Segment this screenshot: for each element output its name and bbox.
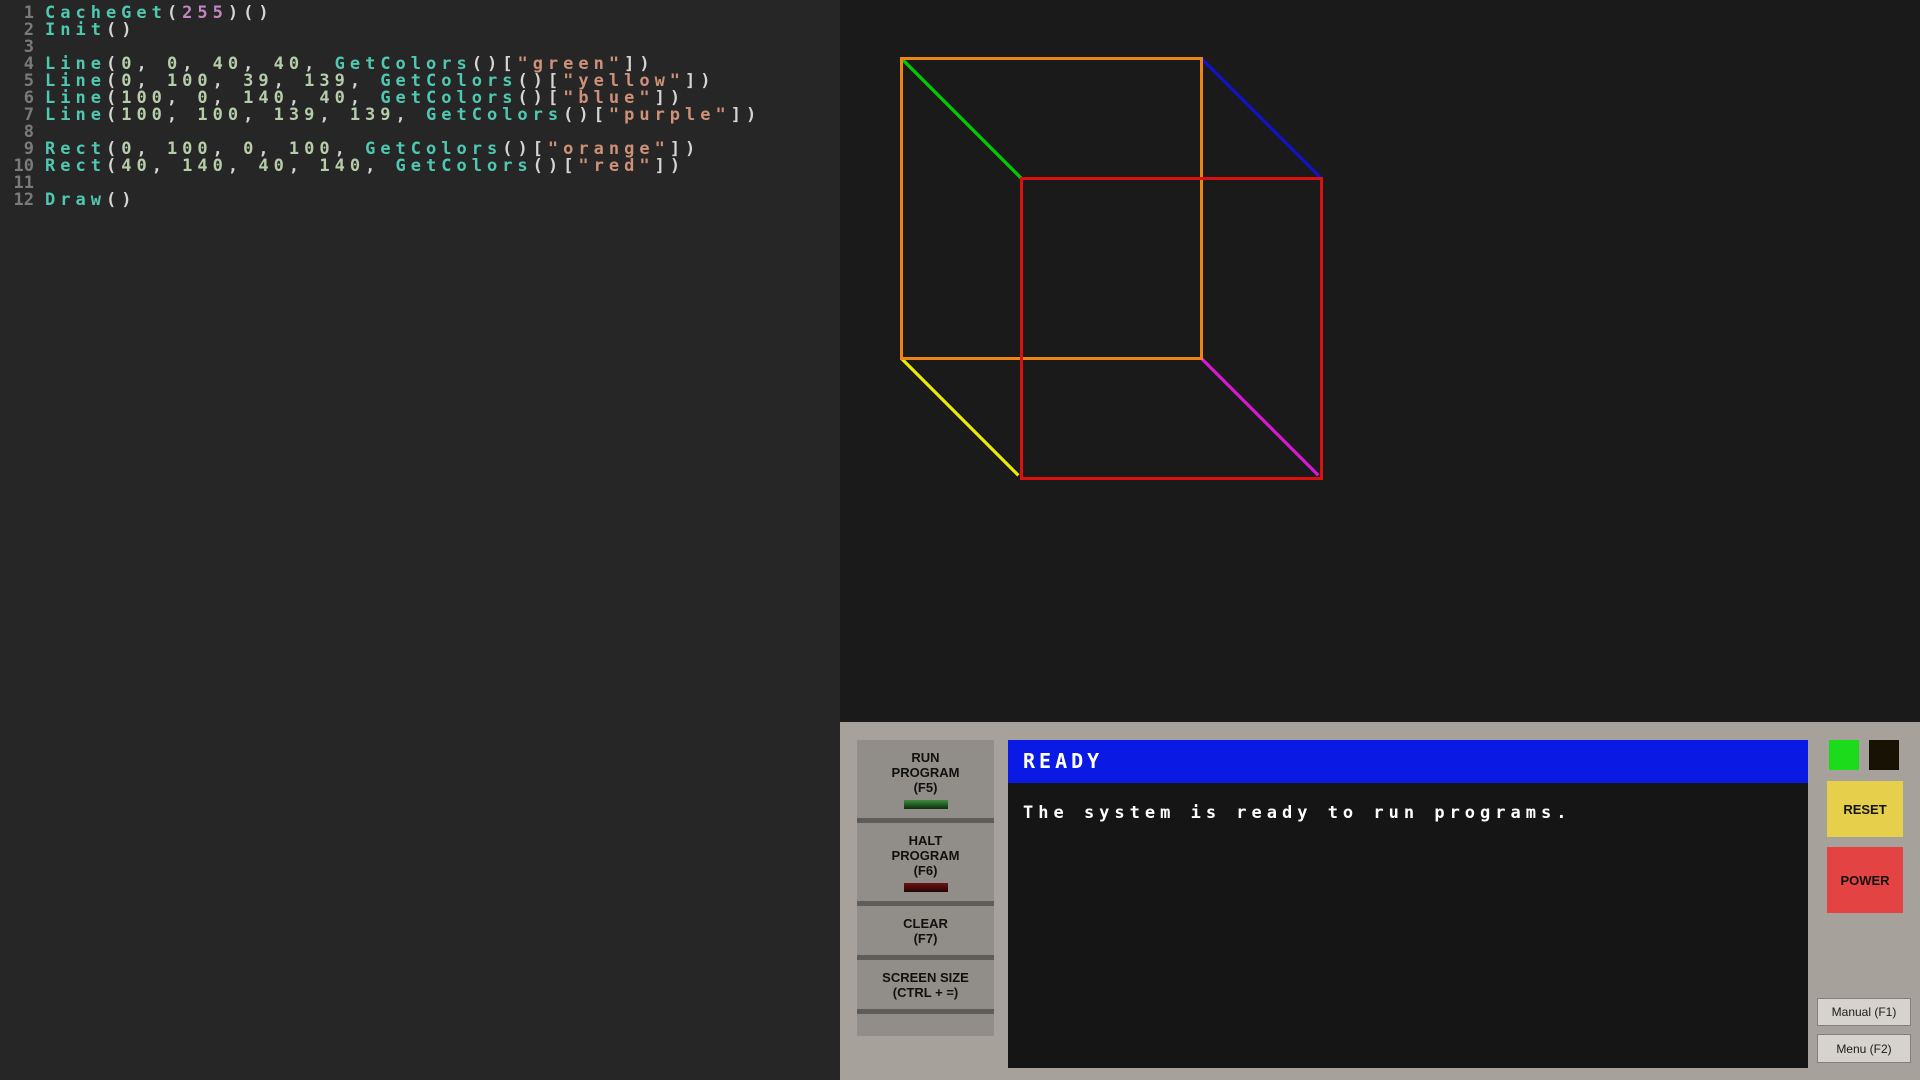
status-title: READY [1008, 740, 1808, 783]
screen-size-button[interactable]: SCREEN SIZE(CTRL + =) [857, 960, 994, 1009]
halt-program-button[interactable]: HALTPROGRAM(F6) [857, 823, 994, 901]
button-label-line: (CTRL + =) [893, 985, 959, 1000]
code-text: Draw() [45, 190, 136, 207]
run-program-led-strip [904, 800, 948, 809]
line-number: 6 [0, 88, 34, 105]
power-button[interactable]: POWER [1827, 847, 1903, 913]
code-text: Init() [45, 20, 136, 37]
run-program-button[interactable]: RUNPROGRAM(F5) [857, 740, 994, 818]
reset-button[interactable]: RESET [1827, 781, 1903, 837]
code-line: 7 Line(100, 100, 139, 139, GetColors()["p… [0, 105, 840, 122]
menu-button[interactable]: Menu (F2) [1817, 1034, 1911, 1063]
green-line [902, 59, 1022, 179]
code-text: CacheGet(255)() [45, 3, 274, 20]
code-line: 4 Line(0, 0, 40, 40, GetColors()["green"]… [0, 54, 840, 71]
code-line: 1 CacheGet(255)() [0, 3, 840, 20]
code-text: Line(0, 0, 40, 40, GetColors()["green"]) [45, 54, 655, 71]
line-number: 4 [0, 54, 34, 71]
halt-program-led-strip [904, 883, 948, 892]
yellow-line [902, 359, 1019, 476]
clear-button[interactable]: CLEAR(F7) [857, 906, 994, 955]
manual-button[interactable]: Manual (F1) [1817, 998, 1911, 1026]
line-number: 7 [0, 105, 34, 122]
code-text: Line(100, 0, 140, 40, GetColors()["blue"… [45, 88, 685, 105]
halt-led [1869, 740, 1899, 770]
line-number: 10 [0, 156, 34, 173]
button-label-line: SCREEN SIZE [882, 970, 969, 985]
line-number: 11 [0, 173, 34, 190]
line-number: 12 [0, 190, 34, 207]
line-number: 5 [0, 71, 34, 88]
button-label-line: PROGRAM [892, 848, 960, 863]
code-text: Line(100, 100, 139, 139, GetColors()["pu… [45, 105, 761, 122]
status-display: READY The system is ready to run program… [1008, 740, 1808, 1068]
code-line: 10 Rect(40, 140, 40, 140, GetColors()["re… [0, 156, 840, 173]
button-label-line: (F5) [914, 780, 938, 795]
purple-line [1202, 359, 1319, 476]
button-column: RUNPROGRAM(F5)HALTPROGRAM(F6)CLEAR(F7)SC… [857, 740, 994, 1036]
button-label-line: (F7) [914, 931, 938, 946]
display-screen [840, 0, 1920, 722]
code-text: Rect(40, 140, 40, 140, GetColors()["red"… [45, 156, 685, 173]
line-number: 8 [0, 122, 34, 139]
line-number: 9 [0, 139, 34, 156]
line-number: 1 [0, 3, 34, 20]
drawing-canvas [900, 57, 1323, 480]
code-text: Rect(0, 100, 0, 100, GetColors()["orange… [45, 139, 700, 156]
code-line: 9 Rect(0, 100, 0, 100, GetColors()["orang… [0, 139, 840, 156]
button-label-line: (F6) [914, 863, 938, 878]
app-root: 1 CacheGet(255)() 2 Init() 34 Line(0, 0, 40, … [0, 0, 1920, 1080]
code-line: 2 Init() [0, 20, 840, 37]
blue-line [1202, 59, 1322, 179]
line-number: 3 [0, 37, 34, 54]
code-line: 12 Draw() [0, 190, 840, 207]
button-label-line: RUN [911, 750, 939, 765]
line-number: 2 [0, 20, 34, 37]
spare-button[interactable] [857, 1014, 994, 1036]
code-line: 5 Line(0, 100, 39, 139, GetColors()["yell… [0, 71, 840, 88]
code-text: Line(0, 100, 39, 139, GetColors()["yello… [45, 71, 716, 88]
button-label-line: CLEAR [903, 916, 948, 931]
run-led [1829, 740, 1859, 770]
status-message: The system is ready to run programs. [1008, 783, 1808, 823]
button-label-line: HALT [909, 833, 943, 848]
control-panel: RUNPROGRAM(F5)HALTPROGRAM(F6)CLEAR(F7)SC… [840, 722, 1920, 1080]
button-label-line: PROGRAM [892, 765, 960, 780]
code-editor[interactable]: 1 CacheGet(255)() 2 Init() 34 Line(0, 0, 40, … [0, 0, 840, 1080]
